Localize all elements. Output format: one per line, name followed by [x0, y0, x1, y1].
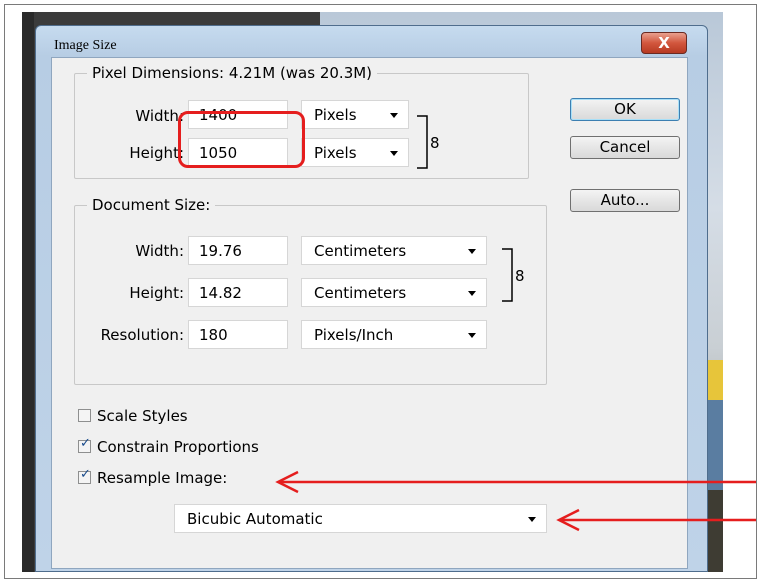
- arrow-to-resample-method: [556, 508, 756, 532]
- arrow-to-resample-checkbox: [275, 470, 756, 494]
- annotation-arrows: [275, 470, 756, 532]
